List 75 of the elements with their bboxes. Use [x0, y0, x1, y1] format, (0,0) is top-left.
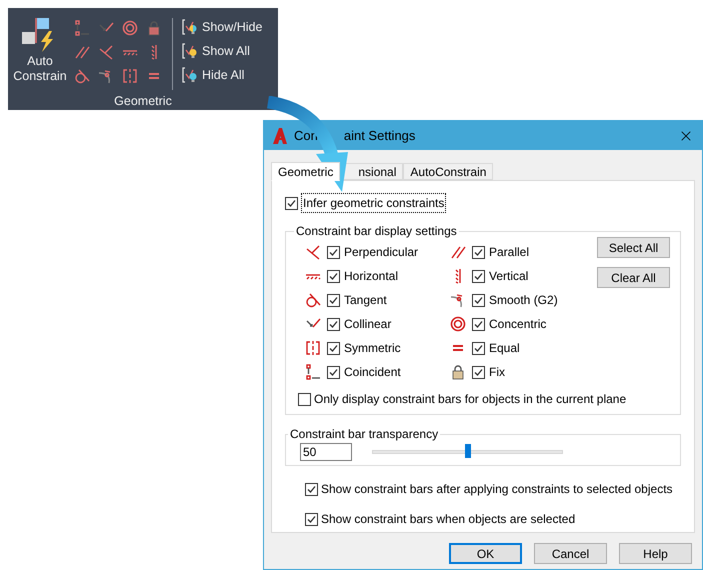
checkbox-label: Only display constraint bars for objects in the current plane [314, 391, 626, 408]
checkbox[interactable] [472, 246, 485, 258]
checkbox-label: Vertical [489, 268, 528, 285]
parallel-icon [450, 244, 466, 260]
slider-thumb[interactable] [464, 444, 470, 458]
checkbox[interactable] [472, 342, 485, 354]
perpendicular-icon [98, 44, 114, 60]
auto-constrain-button[interactable]: Auto Constrain [8, 18, 72, 84]
checkbox-label: Equal [489, 340, 520, 357]
dialog-button[interactable]: Select All [597, 237, 670, 258]
constraint-tool-button[interactable] [146, 20, 162, 36]
checkbox[interactable] [472, 366, 485, 378]
visibility-button[interactable]: Show/Hide [181, 18, 262, 36]
logo-icon [272, 126, 288, 144]
parallel-icon [74, 44, 90, 60]
concentric-icon [122, 20, 138, 36]
checkbox[interactable] [298, 392, 311, 406]
checkbox[interactable] [327, 294, 340, 306]
checkbox-label: Symmetric [344, 340, 401, 357]
window-title: aint Settings [344, 126, 416, 145]
checkbox-label: Show constraint bars when objects are selected [321, 511, 576, 528]
dialog-button[interactable]: OK [449, 543, 522, 564]
symmetric-icon [305, 340, 321, 356]
group-title: Constraint bar display settings [295, 223, 458, 240]
constraint-tool-button[interactable] [74, 44, 90, 60]
checkbox-label: Coincident [344, 364, 401, 381]
checkbox[interactable] [327, 318, 340, 330]
checkbox-label: Parallel [489, 244, 530, 261]
transparency-field[interactable]: 50 [300, 443, 352, 461]
constraint-bulb-icon [181, 66, 199, 84]
checkbox-label: Collinear [344, 316, 392, 333]
tab[interactable]: AutoConstrain [403, 163, 494, 180]
checkbox[interactable] [305, 482, 318, 496]
dialog-button[interactable]: Cancel [534, 543, 607, 564]
checkbox-label: Infer geometric constraints [301, 193, 446, 213]
tangent-icon [305, 292, 321, 308]
constraint-bulb-icon [181, 18, 199, 36]
coincident-icon [305, 364, 321, 380]
checkbox[interactable] [472, 270, 485, 282]
tangent-icon [74, 68, 90, 84]
constraint-tool-button[interactable] [98, 44, 114, 60]
dialog-button[interactable]: Help [619, 543, 692, 564]
checkbox[interactable] [327, 246, 340, 258]
panel-title: Geometric [114, 92, 172, 110]
symmetric-icon [122, 68, 138, 84]
checkbox-label: Concentric [489, 316, 546, 333]
constraint-tool-button[interactable] [122, 68, 138, 84]
checkbox-label: Tangent [344, 292, 387, 309]
tab[interactable]: nsional [356, 163, 404, 180]
checkbox-label: Horizontal [344, 268, 398, 285]
checkbox-label: Smooth (G2) [489, 292, 558, 309]
checkbox[interactable] [327, 270, 340, 282]
constraint-tool-button[interactable] [74, 68, 90, 84]
fix-icon [146, 20, 162, 36]
dialog-button[interactable]: Clear All [597, 267, 670, 288]
checkbox-label: Fix [489, 364, 505, 381]
checkbox-label: Perpendicular [344, 244, 418, 261]
visibility-button[interactable]: Hide All [181, 66, 262, 84]
checkbox[interactable] [327, 366, 340, 378]
checkbox[interactable] [472, 294, 485, 306]
visibility-button[interactable]: Show All [181, 42, 262, 60]
checkbox[interactable] [305, 512, 318, 526]
tab[interactable]: Geometric [271, 162, 340, 181]
checkbox[interactable] [472, 318, 485, 330]
constraint-tool-button[interactable] [122, 20, 138, 36]
group-title: Constraint bar transparency [289, 426, 440, 443]
fix-icon [450, 364, 466, 380]
checkbox[interactable] [327, 342, 340, 354]
concentric-icon [450, 316, 466, 332]
perpendicular-icon [305, 244, 321, 260]
checkbox-label: Show constraint bars after applying constraints to selected objects [321, 481, 673, 498]
checkbox[interactable] [285, 196, 298, 210]
constraint-bulb-icon [181, 42, 199, 60]
coincident-icon [74, 20, 90, 36]
constraint-tool-button[interactable] [74, 20, 90, 36]
